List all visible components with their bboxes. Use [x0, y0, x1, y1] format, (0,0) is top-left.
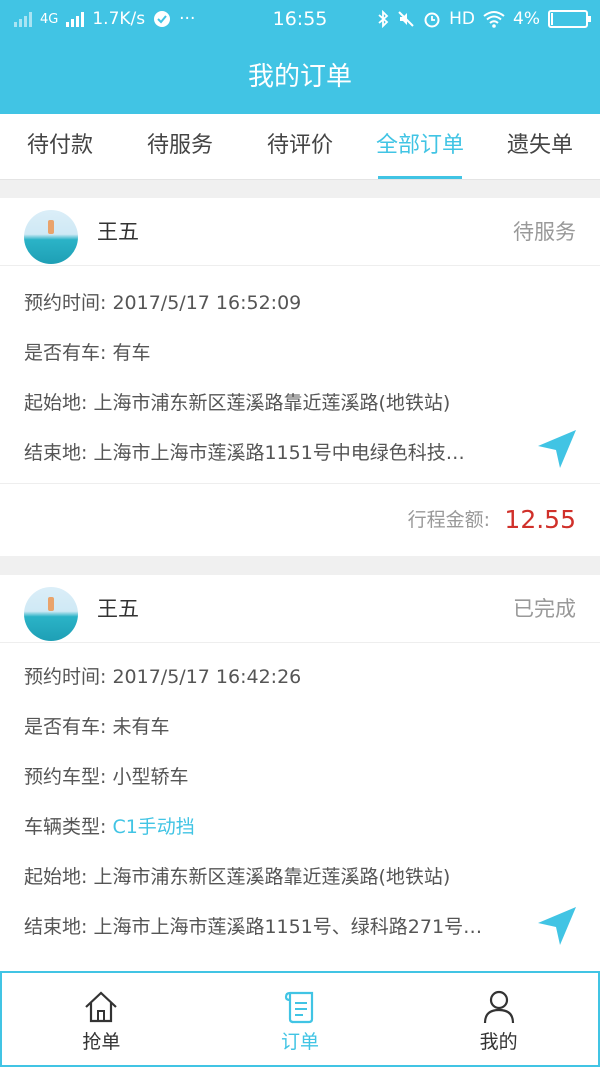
trip-amount-label: 行程金额:: [407, 509, 490, 531]
mute-icon: [398, 11, 414, 27]
has-car-row: 是否有车: 有车: [0, 328, 600, 378]
tab-pending-service[interactable]: 待服务: [120, 114, 240, 179]
order-status: 已完成: [513, 597, 576, 621]
appointment-time-value: 2017/5/17 16:42:26: [112, 666, 302, 688]
order-status: 待服务: [513, 220, 576, 244]
hd-indicator: HD: [449, 9, 476, 29]
battery-percent: 4%: [513, 9, 540, 29]
order-scroll-icon: [284, 991, 314, 1024]
appointment-time-row: 预约时间: 2017/5/17 16:52:09: [0, 278, 600, 328]
has-car-value: 未有车: [112, 716, 170, 738]
end-location-label: 结束地:: [24, 916, 94, 938]
avatar: [24, 210, 78, 264]
has-car-value: 有车: [112, 342, 151, 364]
avatar: [24, 587, 78, 641]
bottom-nav-label: 我的: [479, 1031, 518, 1053]
start-location-row: 起始地: 上海市浦东新区莲溪路靠近莲溪路(地铁站): [0, 852, 600, 902]
start-location-row: 起始地: 上海市浦东新区莲溪路靠近莲溪路(地铁站): [0, 378, 600, 428]
bottom-nav-profile[interactable]: 我的: [399, 973, 598, 1065]
vehicle-type-label: 车辆类型:: [24, 816, 113, 838]
tab-pending-payment[interactable]: 待付款: [0, 114, 120, 179]
tab-pending-review[interactable]: 待评价: [240, 114, 360, 179]
trip-amount-value: 12.55: [504, 505, 576, 534]
status-right: HD 4%: [377, 9, 591, 29]
end-location-value: 上海市上海市莲溪路1151号中电绿色科技…: [93, 442, 465, 464]
alarm-icon: [424, 12, 440, 28]
end-location-value: 上海市上海市莲溪路1151号、绿科路271号…: [93, 916, 483, 938]
bottom-nav-orders[interactable]: 订单: [201, 973, 400, 1065]
end-location-row: 结束地: 上海市上海市莲溪路1151号中电绿色科技…: [0, 428, 600, 478]
start-location-value: 上海市浦东新区莲溪路靠近莲溪路(地铁站): [93, 866, 451, 888]
navigation-arrow-icon[interactable]: [536, 905, 578, 947]
has-car-row: 是否有车: 未有车: [0, 702, 600, 752]
customer-name: 王五: [97, 220, 139, 244]
order-footer: 行程金额: 12.55: [0, 483, 600, 555]
has-car-label: 是否有车:: [24, 342, 113, 364]
order-card[interactable]: 王五 待服务 预约时间: 2017/5/17 16:52:09 是否有车: 有车…: [0, 198, 600, 556]
order-tabs: 待付款 待服务 待评价 全部订单 遗失单: [0, 114, 600, 180]
tab-all-orders[interactable]: 全部订单: [360, 114, 480, 179]
page-title: 我的订单: [0, 40, 600, 114]
user-icon: [483, 990, 514, 1024]
appointment-time-row: 预约时间: 2017/5/17 16:42:26: [0, 652, 600, 702]
order-card-header: 王五 已完成: [0, 575, 600, 643]
car-model-row: 预约车型: 小型轿车: [0, 752, 600, 802]
customer-name: 王五: [97, 597, 139, 621]
vehicle-type-row: 车辆类型: C1手动挡: [0, 802, 600, 852]
appointment-time-label: 预约时间:: [24, 666, 113, 688]
home-icon: [85, 991, 118, 1023]
end-location-label: 结束地:: [24, 442, 94, 464]
bottom-nav-grab-orders[interactable]: 抢单: [2, 973, 201, 1065]
wifi-icon: [483, 11, 505, 28]
bottom-nav-label: 抢单: [82, 1031, 121, 1053]
navigation-arrow-icon[interactable]: [536, 428, 578, 470]
appointment-time-value: 2017/5/17 16:52:09: [112, 292, 302, 314]
has-car-label: 是否有车:: [24, 716, 113, 738]
status-bar: 4G 1.7K/s ··· 16:55 HD 4%: [0, 0, 600, 40]
end-location-row: 结束地: 上海市上海市莲溪路1151号、绿科路271号…: [0, 902, 600, 952]
start-location-value: 上海市浦东新区莲溪路靠近莲溪路(地铁站): [93, 392, 451, 414]
appointment-time-label: 预约时间:: [24, 292, 113, 314]
order-card[interactable]: 王五 已完成 预约时间: 2017/5/17 16:42:26 是否有车: 未有…: [0, 575, 600, 971]
tab-lost-orders[interactable]: 遗失单: [480, 114, 600, 179]
start-location-label: 起始地:: [24, 866, 94, 888]
order-card-header: 王五 待服务: [0, 198, 600, 266]
bottom-nav: 抢单 订单 我的: [0, 971, 600, 1067]
start-location-label: 起始地:: [24, 392, 94, 414]
bluetooth-icon: [378, 10, 389, 28]
bottom-nav-label: 订单: [281, 1031, 320, 1053]
car-model-label: 预约车型:: [24, 766, 113, 788]
car-model-value: 小型轿车: [112, 766, 189, 788]
vehicle-type-value: C1手动挡: [112, 816, 195, 838]
battery-icon: [548, 10, 591, 28]
